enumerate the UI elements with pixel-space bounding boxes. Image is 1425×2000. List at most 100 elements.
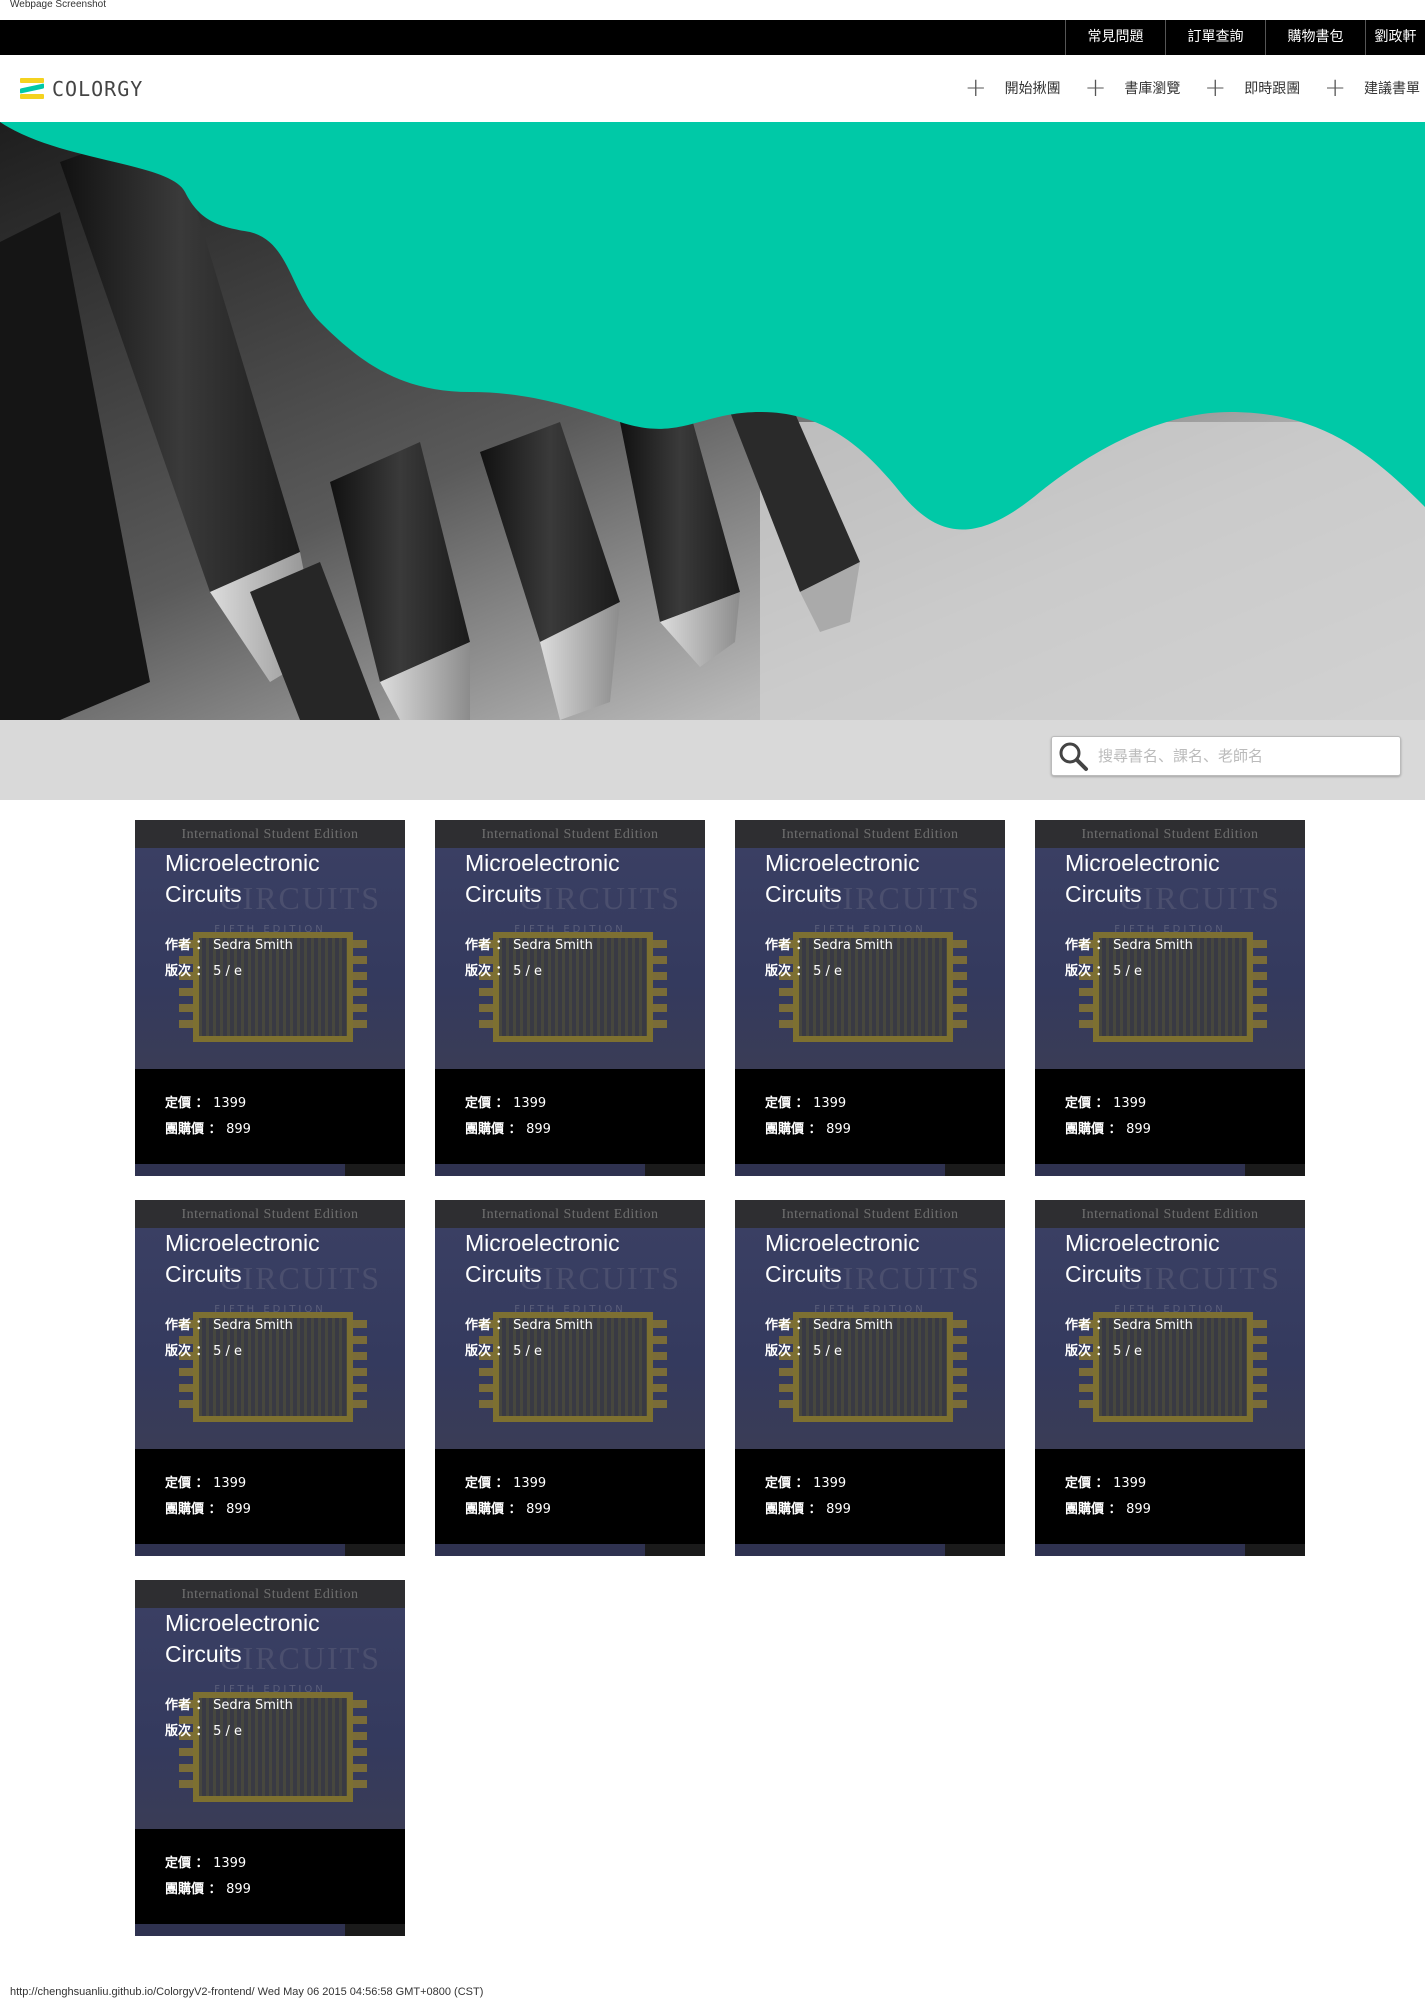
group-price-label: 團購價 ： <box>165 1122 222 1137</box>
topbar-link-cart[interactable]: 購物書包 <box>1265 20 1365 55</box>
price-panel: 定價 ： 1399 團購價 ： 899 <box>1035 1069 1305 1164</box>
group-price-value: 899 <box>226 1122 251 1137</box>
book-author: 作者 ： Sedra Smith <box>465 938 695 954</box>
price-panel: 定價 ： 1399 團購價 ： 899 <box>435 1069 705 1164</box>
book-author: 作者 ： Sedra Smith <box>765 938 995 954</box>
menu-item-suggested-books[interactable]: + 建議書單 <box>1324 75 1420 101</box>
topbar-link-user[interactable]: 劉政軒 <box>1365 20 1425 55</box>
author-value: Sedra Smith <box>813 1318 893 1333</box>
topbar-link-order-lookup[interactable]: 訂單查詢 <box>1165 20 1265 55</box>
book-edition: 版次 ： 5 / e <box>1065 1344 1295 1360</box>
list-price-label: 定價 ： <box>165 1096 209 1111</box>
menu-label: 即時跟團 <box>1244 81 1301 97</box>
book-edition: 版次 ： 5 / e <box>765 1344 995 1360</box>
author-value: Sedra Smith <box>213 938 293 953</box>
group-price: 團購價 ： 899 <box>165 1122 251 1138</box>
author-value: Sedra Smith <box>1113 938 1193 953</box>
group-price-value: 899 <box>1126 1502 1151 1517</box>
group-price-label: 團購價 ： <box>765 1502 822 1517</box>
group-price-value: 899 <box>226 1882 251 1897</box>
cover-edition-text: International Student Edition <box>181 1207 359 1222</box>
book-title: Microelectronic Circuits <box>1065 850 1220 907</box>
book-card[interactable]: International Student Edition CIRCUITS FIF… <box>1035 1200 1305 1556</box>
print-header: Webpage Screenshot <box>10 0 106 10</box>
book-card[interactable]: International Student Edition CIRCUITS FIF… <box>735 820 1005 1176</box>
author-value: Sedra Smith <box>213 1698 293 1713</box>
menu-item-browse-library[interactable]: + 書庫瀏覽 <box>1085 75 1181 101</box>
topbar-link-faq[interactable]: 常見問題 <box>1065 20 1165 55</box>
cover-edition-text: International Student Edition <box>1081 827 1259 842</box>
colorgy-logo[interactable]: COLORGY <box>20 75 143 103</box>
list-price: 定價 ： 1399 <box>465 1476 546 1492</box>
menu-item-start-group[interactable]: + 開始揪團 <box>965 75 1061 101</box>
list-price-label: 定價 ： <box>765 1476 809 1491</box>
search-input[interactable] <box>1098 747 1378 765</box>
book-author: 作者 ： Sedra Smith <box>1065 938 1295 954</box>
logo-text: COLORGY <box>52 77 144 101</box>
edition-value: 5 / e <box>213 964 242 979</box>
author-value: Sedra Smith <box>513 1318 593 1333</box>
edition-value: 5 / e <box>813 1344 842 1359</box>
book-author: 作者 ： Sedra Smith <box>165 938 395 954</box>
book-title: Microelectronic Circuits <box>1065 1230 1220 1287</box>
price-panel: 定價 ： 1399 團購價 ： 899 <box>135 1449 405 1544</box>
book-author: 作者 ： Sedra Smith <box>1065 1318 1295 1334</box>
edition-label: 版次 ： <box>165 1724 209 1739</box>
book-card[interactable]: International Student Edition CIRCUITS FIF… <box>1035 820 1305 1176</box>
search-icon <box>1059 742 1088 771</box>
search-box[interactable] <box>1051 736 1401 776</box>
list-price-value: 1399 <box>213 1096 247 1111</box>
list-price-value: 1399 <box>1113 1476 1147 1491</box>
group-price-label: 團購價 ： <box>165 1882 222 1897</box>
author-label: 作者 ： <box>465 938 509 953</box>
list-price: 定價 ： 1399 <box>765 1096 846 1112</box>
book-title: Microelectronic Circuits <box>165 850 320 907</box>
card-footer-strip <box>135 1544 405 1556</box>
author-label: 作者 ： <box>465 1318 509 1333</box>
book-card[interactable]: International Student Edition CIRCUITS FIF… <box>135 1200 405 1556</box>
book-edition: 版次 ： 5 / e <box>465 1344 695 1360</box>
book-edition: 版次 ： 5 / e <box>165 964 395 980</box>
menu-item-join-group[interactable]: + 即時跟團 <box>1204 75 1300 101</box>
book-author: 作者 ： Sedra Smith <box>765 1318 995 1334</box>
top-bar: 常見問題 訂單查詢 購物書包 劉政軒 <box>0 20 1425 55</box>
cover-edition-text: International Student Edition <box>181 827 359 842</box>
book-card[interactable]: International Student Edition CIRCUITS FIF… <box>135 820 405 1176</box>
chip-pins <box>779 1320 793 1416</box>
book-edition: 版次 ： 5 / e <box>765 964 995 980</box>
book-author: 作者 ： Sedra Smith <box>165 1698 395 1714</box>
edition-label: 版次 ： <box>465 1344 509 1359</box>
cover-edition-text: International Student Edition <box>481 827 659 842</box>
card-footer-strip <box>435 1164 705 1176</box>
menu-label: 書庫瀏覽 <box>1124 81 1181 97</box>
book-card[interactable]: International Student Edition CIRCUITS FIF… <box>435 1200 705 1556</box>
book-card[interactable]: International Student Edition CIRCUITS FIF… <box>435 820 705 1176</box>
list-price: 定價 ： 1399 <box>765 1476 846 1492</box>
book-title: Microelectronic Circuits <box>765 1230 920 1287</box>
main-navbar: COLORGY + 開始揪團 + 書庫瀏覽 + 即時跟團 + 建議書單 <box>0 55 1425 122</box>
book-card[interactable]: International Student Edition CIRCUITS FIF… <box>135 1580 405 1936</box>
price-panel: 定價 ： 1399 團購價 ： 899 <box>435 1449 705 1544</box>
group-price-label: 團購價 ： <box>465 1122 522 1137</box>
edition-value: 5 / e <box>513 964 542 979</box>
list-price-label: 定價 ： <box>465 1476 509 1491</box>
list-price-value: 1399 <box>513 1096 547 1111</box>
edition-label: 版次 ： <box>1065 1344 1109 1359</box>
list-price-label: 定價 ： <box>165 1476 209 1491</box>
chip-pins <box>953 1320 967 1416</box>
book-title: Microelectronic Circuits <box>465 850 620 907</box>
list-price: 定價 ： 1399 <box>1065 1476 1146 1492</box>
hero-pencils-image <box>0 122 1425 720</box>
list-price: 定價 ： 1399 <box>1065 1096 1146 1112</box>
price-panel: 定價 ： 1399 團購價 ： 899 <box>735 1069 1005 1164</box>
group-price-value: 899 <box>226 1502 251 1517</box>
book-author: 作者 ： Sedra Smith <box>165 1318 395 1334</box>
edition-label: 版次 ： <box>765 964 809 979</box>
group-price: 團購價 ： 899 <box>1065 1502 1151 1518</box>
chip-pins <box>479 940 493 1036</box>
book-card[interactable]: International Student Edition CIRCUITS FIF… <box>735 1200 1005 1556</box>
main-menu: + 開始揪團 + 書庫瀏覽 + 即時跟團 + 建議書單 <box>941 73 1420 103</box>
edition-value: 5 / e <box>213 1724 242 1739</box>
price-panel: 定價 ： 1399 團購價 ： 899 <box>735 1449 1005 1544</box>
list-price-value: 1399 <box>1113 1096 1147 1111</box>
